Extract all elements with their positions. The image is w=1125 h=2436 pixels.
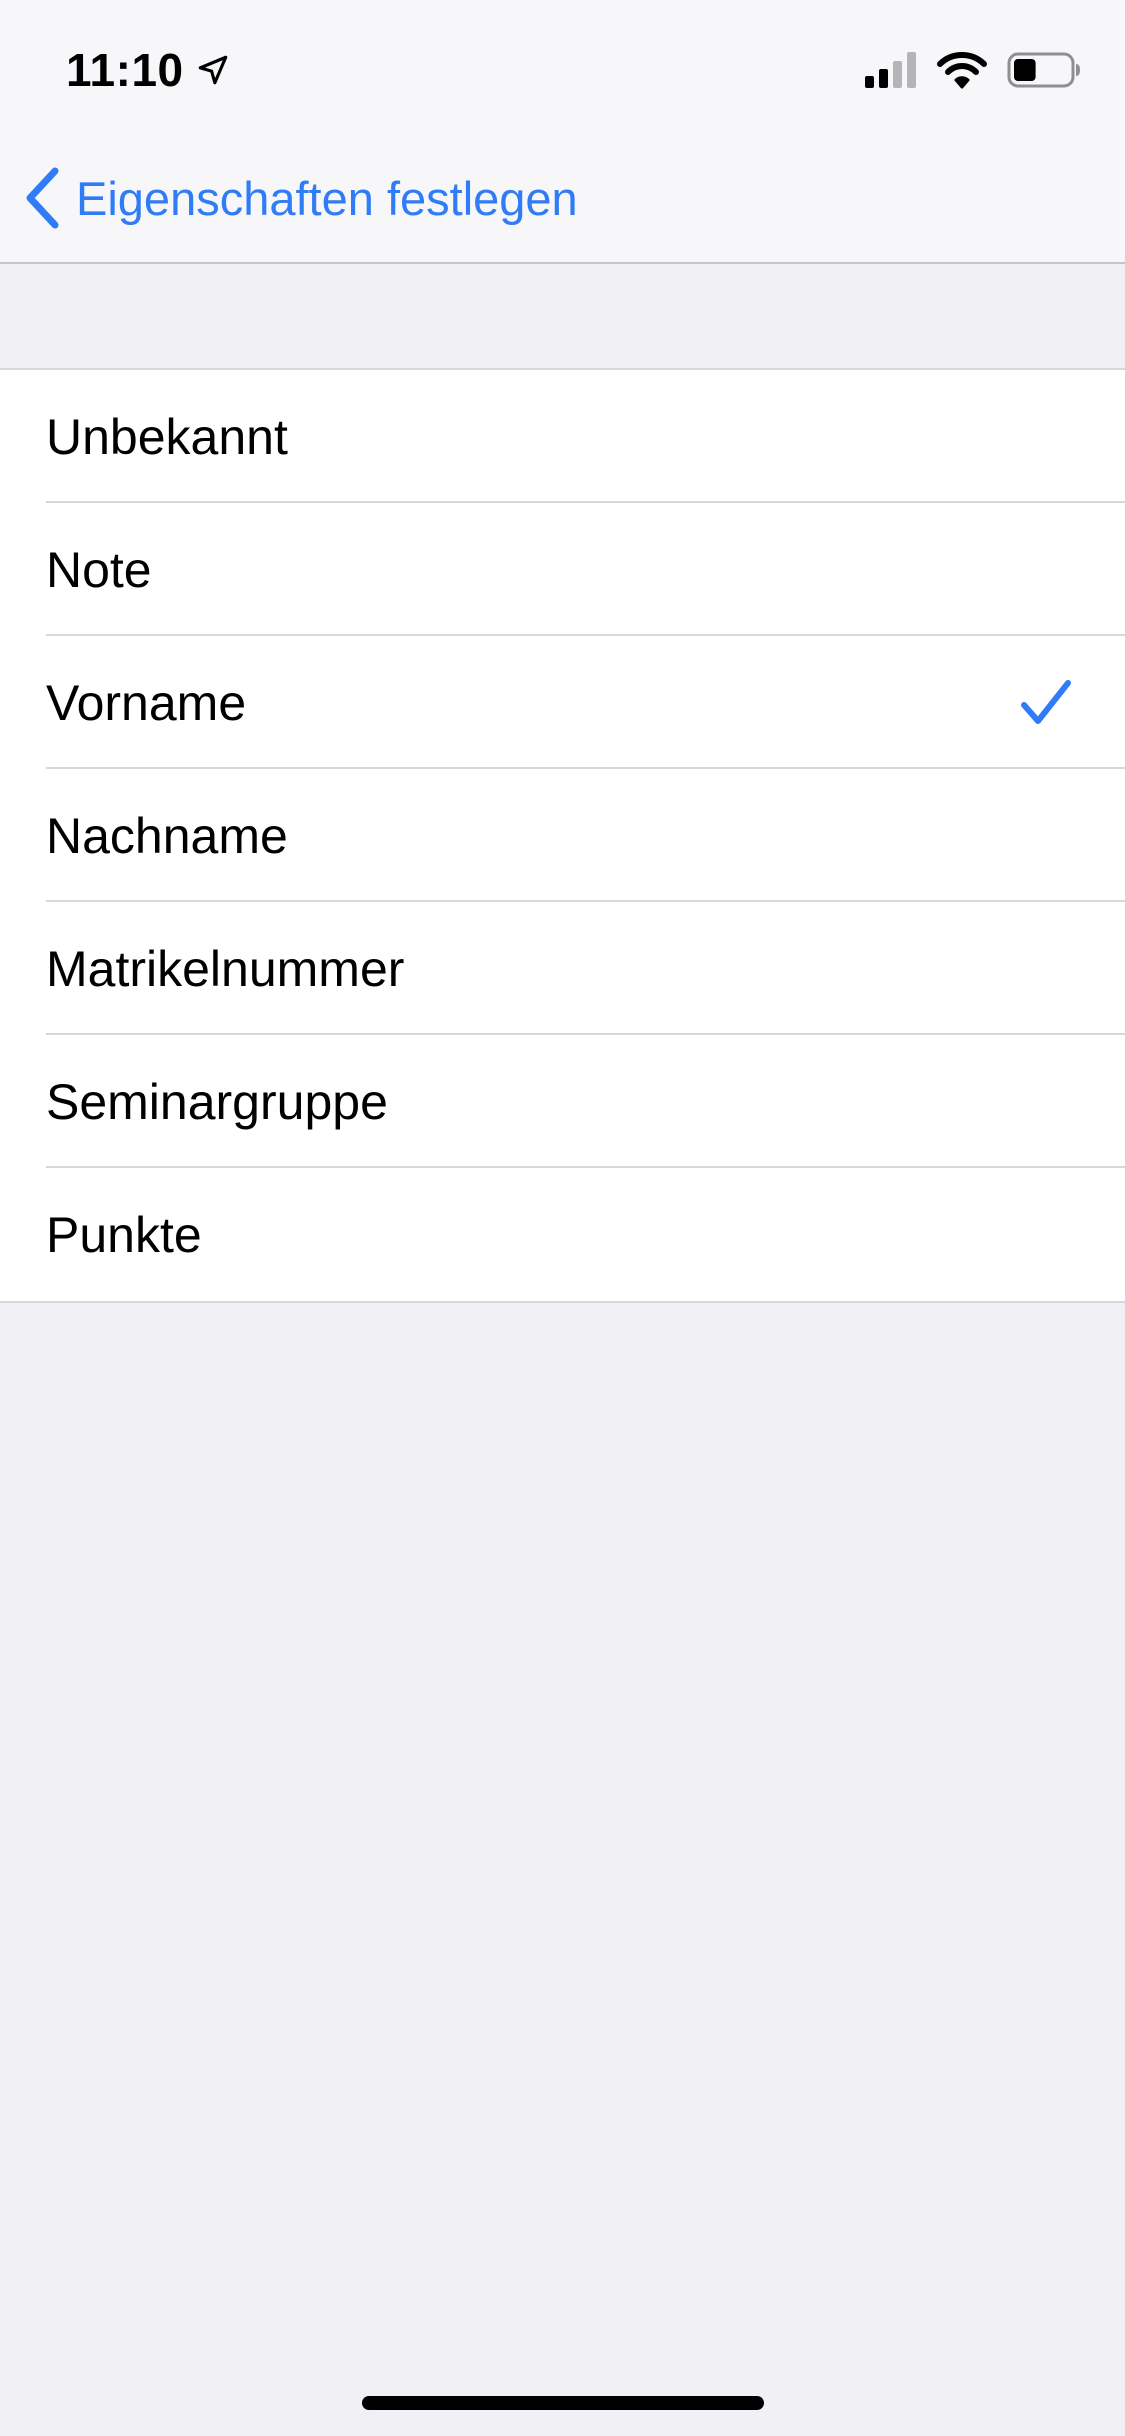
checkmark-icon [1021, 680, 1071, 724]
list-item-matrikelnummer[interactable]: Matrikelnummer [0, 902, 1125, 1035]
back-button-label: Eigenschaften festlegen [76, 171, 578, 225]
list-item-vorname[interactable]: Vorname [0, 636, 1125, 769]
navigation-bar: Eigenschaften festlegen [0, 132, 1125, 264]
back-button[interactable]: Eigenschaften festlegen [22, 160, 578, 236]
status-time-group: 11:10 [66, 40, 230, 100]
chevron-left-icon [26, 167, 59, 229]
property-option-list: Unbekannt Note Vorname Nachname Matrikel… [0, 368, 1125, 1303]
list-item-label: Note [46, 541, 152, 598]
status-bar: 11:10 [0, 0, 1125, 132]
list-item-nachname[interactable]: Nachname [0, 769, 1125, 902]
home-indicator[interactable] [362, 2396, 764, 2410]
wifi-icon [937, 52, 987, 89]
list-item-unbekannt[interactable]: Unbekannt [0, 370, 1125, 503]
list-item-label: Nachname [46, 807, 288, 864]
location-arrow-icon [198, 55, 227, 85]
list-item-seminargruppe[interactable]: Seminargruppe [0, 1035, 1125, 1168]
list-item-label: Punkte [46, 1206, 202, 1263]
list-item-punkte[interactable]: Punkte [0, 1168, 1125, 1301]
list-item-note[interactable]: Note [0, 503, 1125, 636]
list-item-label: Matrikelnummer [46, 940, 405, 997]
status-time: 11:10 [66, 44, 184, 96]
status-indicators [865, 48, 1081, 92]
list-item-label: Unbekannt [46, 408, 288, 465]
cellular-signal-icon [865, 52, 916, 88]
battery-icon [1007, 52, 1080, 88]
list-item-label: Seminargruppe [46, 1073, 388, 1130]
list-item-label: Vorname [46, 674, 247, 731]
